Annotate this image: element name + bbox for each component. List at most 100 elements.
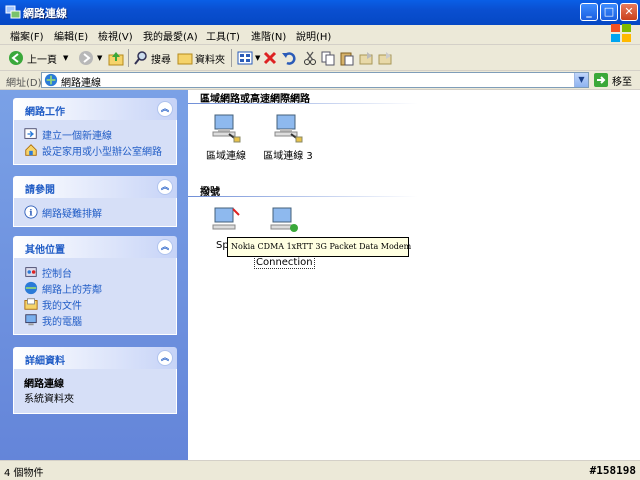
lan-connection-3-item[interactable]: 區域連線 3 — [258, 112, 318, 162]
copy-button[interactable] — [320, 50, 336, 66]
home-office-network-link[interactable]: 設定家用或小型辦公室網路 — [24, 142, 166, 158]
forward-dropdown-icon[interactable]: ▼ — [97, 54, 102, 62]
network-places-icon — [24, 281, 38, 295]
menu-help[interactable]: 說明(H) — [296, 28, 331, 43]
details-panel: 詳細資料 ︽ 網路連線 系統資料夾 — [13, 347, 177, 414]
undo-icon — [282, 52, 296, 65]
my-documents-link[interactable]: 我的文件 — [24, 296, 166, 312]
move-to-button[interactable] — [358, 50, 374, 66]
my-documents-label: 我的文件 — [42, 300, 82, 312]
control-panel-label: 控制台 — [42, 268, 72, 280]
details-title: 詳細資料 — [25, 356, 65, 367]
lan-connection-label: 區域連線 — [206, 151, 246, 162]
address-label: 網址(D) — [6, 78, 42, 89]
my-computer-link[interactable]: 我的電腦 — [24, 312, 166, 328]
forward-arrow-icon — [79, 51, 93, 65]
network-places-link[interactable]: 網路上的芳鄰 — [24, 280, 166, 296]
copy-to-icon — [378, 52, 392, 65]
other-places-panel: 其他位置 ︽ 控制台 網路上的芳鄰 我的文件 我的電腦 — [13, 236, 177, 335]
address-input[interactable]: 網路連線 ▼ — [41, 72, 589, 89]
watermark-text: #158198 — [589, 464, 636, 477]
address-value: 網路連線 — [61, 78, 101, 89]
back-arrow-icon — [9, 51, 23, 65]
task-pane: 網路工作 ︽ 建立一個新連線 設定家用或小型辦公室網路 請參閱 ︽ i 網路疑難… — [0, 90, 188, 460]
collapse-chevron-icon[interactable]: ︽ — [157, 350, 173, 366]
windows-logo-icon — [611, 24, 631, 42]
my-computer-label: 我的電腦 — [42, 316, 82, 328]
search-button[interactable]: 搜尋 — [133, 50, 171, 66]
collapse-chevron-icon[interactable]: ︽ — [157, 239, 173, 255]
folders-button[interactable]: 資料夾 — [177, 50, 225, 66]
modem-connection-icon — [270, 207, 298, 232]
views-dropdown-icon[interactable]: ▼ — [255, 54, 260, 62]
details-header[interactable]: 詳細資料 ︽ — [13, 347, 177, 369]
see-also-title: 請參閱 — [25, 185, 55, 196]
connection-tooltip: Nokia CDMA 1xRTT 3G Packet Data Modem — [227, 237, 411, 257]
control-panel-icon — [25, 267, 37, 277]
network-tasks-panel: 網路工作 ︽ 建立一個新連線 設定家用或小型辦公室網路 — [13, 98, 177, 165]
menu-favorites[interactable]: 我的最愛(A) — [143, 28, 198, 43]
home-office-network-label: 設定家用或小型辦公室網路 — [42, 146, 162, 158]
menu-tools[interactable]: 工具(T) — [206, 28, 240, 43]
paste-icon — [340, 52, 354, 66]
delete-button[interactable] — [262, 50, 278, 66]
copy-icon — [321, 51, 335, 66]
my-documents-icon — [24, 298, 38, 310]
menu-file[interactable]: 檔案(F) — [10, 28, 44, 43]
collapse-chevron-icon[interactable]: ︽ — [157, 179, 173, 195]
network-troubleshooter-link[interactable]: i 網路疑難排解 — [24, 204, 166, 220]
file-view[interactable]: 區域網路或高速網際網路 區域連線 區域連線 3 撥號 Sp Connection — [188, 90, 640, 460]
undo-button[interactable] — [281, 50, 297, 66]
control-panel-link[interactable]: 控制台 — [24, 264, 166, 280]
scissors-icon — [304, 51, 316, 65]
create-new-connection-label: 建立一個新連線 — [42, 130, 112, 142]
menu-view[interactable]: 檢視(V) — [98, 28, 133, 43]
maximize-button[interactable]: □ — [600, 3, 618, 21]
cut-button[interactable] — [302, 50, 318, 66]
folders-icon — [177, 53, 193, 65]
search-icon — [134, 51, 147, 65]
forward-button[interactable]: ▼ — [78, 50, 102, 66]
views-button[interactable]: ▼ — [237, 50, 260, 66]
new-connection-icon — [24, 128, 37, 139]
up-folder-button[interactable] — [108, 50, 124, 66]
address-dropdown-icon[interactable]: ▼ — [574, 73, 588, 87]
group-divider — [188, 103, 418, 104]
menu-bar: 檔案(F) 編輯(E) 檢視(V) 我的最愛(A) 工具(T) 進階(N) 說明… — [0, 25, 640, 45]
lan-connection-3-label: 區域連線 3 — [263, 151, 313, 162]
back-button[interactable]: 上一頁 ▼ — [8, 50, 68, 66]
back-dropdown-icon[interactable]: ▼ — [63, 54, 68, 62]
minimize-button[interactable]: _ — [580, 3, 598, 21]
network-tasks-title: 網路工作 — [25, 107, 65, 118]
paste-button[interactable] — [339, 50, 355, 66]
network-tasks-header[interactable]: 網路工作 ︽ — [13, 98, 177, 120]
go-button[interactable]: 移至 — [593, 72, 632, 88]
status-bar: 4 個物件 #158198 — [0, 460, 640, 480]
network-places-label: 網路上的芳鄰 — [42, 284, 102, 296]
create-new-connection-link[interactable]: 建立一個新連線 — [24, 126, 166, 142]
menu-edit[interactable]: 編輯(E) — [54, 28, 88, 43]
address-bar: 網址(D) 網路連線 ▼ 移至 — [0, 71, 640, 90]
back-label: 上一頁 — [27, 54, 57, 66]
lan-connection-icon — [274, 114, 303, 143]
see-also-panel: 請參閱 ︽ i 網路疑難排解 — [13, 176, 177, 227]
other-places-title: 其他位置 — [25, 245, 65, 256]
title-bar[interactable]: 網路連線 _ □ ✕ — [0, 0, 640, 25]
copy-to-button[interactable] — [377, 50, 393, 66]
collapse-chevron-icon[interactable]: ︽ — [157, 101, 173, 117]
network-connections-icon — [5, 5, 21, 19]
delete-x-icon — [263, 51, 277, 65]
see-also-header[interactable]: 請參閱 ︽ — [13, 176, 177, 198]
lan-connection-item[interactable]: 區域連線 — [196, 112, 256, 162]
object-count: 4 個物件 — [4, 468, 44, 479]
window-title: 網路連線 — [23, 7, 67, 20]
toolbar-separator — [231, 49, 232, 67]
my-computer-icon — [25, 314, 37, 326]
network-troubleshooter-label: 網路疑難排解 — [42, 208, 102, 220]
close-button[interactable]: ✕ — [620, 3, 638, 21]
folders-label: 資料夾 — [195, 54, 225, 66]
menu-advanced[interactable]: 進階(N) — [251, 28, 286, 43]
other-places-header[interactable]: 其他位置 ︽ — [13, 236, 177, 258]
group-divider — [188, 196, 418, 197]
go-arrow-icon — [594, 73, 608, 87]
